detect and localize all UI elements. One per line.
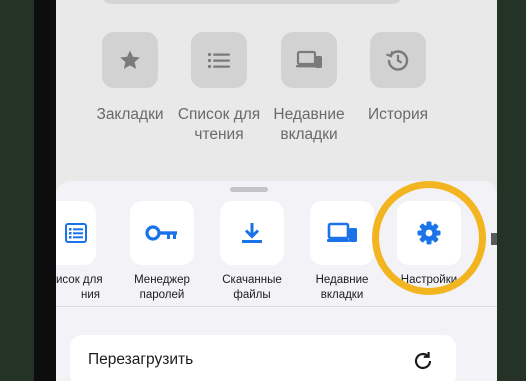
key-icon	[145, 225, 177, 241]
reload-label: Перезагрузить	[88, 351, 194, 368]
action-label: исок для ния	[56, 273, 103, 303]
action-tile	[310, 201, 374, 265]
shortcut-tile	[370, 32, 426, 88]
action-tile	[56, 201, 96, 265]
shortcut-label: Закладки	[96, 106, 164, 123]
search-box[interactable]	[100, 0, 404, 4]
reading-list-icon	[65, 223, 87, 243]
shortcut-label-text: Недавние вкладки	[273, 106, 345, 143]
shortcut-label: История	[367, 106, 429, 123]
shortcut-label: Список для чтения	[173, 105, 265, 145]
action-tile	[130, 201, 194, 265]
highlight-circle	[372, 181, 486, 295]
sheet-handle[interactable]	[230, 187, 268, 192]
shortcut-label: Недавние вкладки	[263, 105, 355, 145]
action-label: Скачанные файлы	[210, 273, 294, 303]
action-downloads[interactable]: Скачанные файлы	[210, 201, 294, 303]
star-icon	[120, 50, 140, 69]
action-label-text: исок для ния	[56, 274, 103, 301]
reload-menu-item[interactable]: Перезагрузить	[70, 335, 456, 381]
shortcut-label-text: Список для чтения	[177, 106, 261, 143]
action-reading-list[interactable]: исок для ния	[56, 201, 120, 303]
download-icon	[242, 223, 262, 243]
action-label: Недавние вкладки	[300, 273, 384, 303]
shortcut-tile	[191, 32, 247, 88]
device-side-button	[491, 233, 497, 245]
reading-list-icon	[208, 53, 230, 68]
divider	[56, 306, 497, 307]
action-recent-tabs[interactable]: Недавние вкладки	[300, 201, 384, 303]
shortcut-tile	[281, 32, 337, 88]
action-label-text: Недавние вкладки	[315, 274, 369, 301]
shortcut-tile	[102, 32, 158, 88]
reload-icon	[411, 349, 435, 378]
action-label-text: Менеджер паролей	[134, 274, 190, 301]
device-edge-left	[0, 0, 34, 381]
recent-tabs-icon	[296, 50, 322, 68]
shortcut-bookmarks[interactable]: Закладки	[84, 32, 176, 125]
action-label-text: Скачанные файлы	[222, 274, 282, 301]
history-icon	[386, 50, 409, 71]
action-tile	[220, 201, 284, 265]
shortcut-history[interactable]: История	[352, 32, 444, 125]
action-password-manager[interactable]: Менеджер паролей	[120, 201, 204, 303]
devices-icon	[327, 222, 357, 242]
action-label: Менеджер паролей	[120, 273, 204, 303]
device-edge-right	[497, 0, 526, 381]
shortcut-reading-list[interactable]: Список для чтения	[173, 32, 265, 145]
shortcut-recent-tabs[interactable]: Недавние вкладки	[263, 32, 355, 145]
